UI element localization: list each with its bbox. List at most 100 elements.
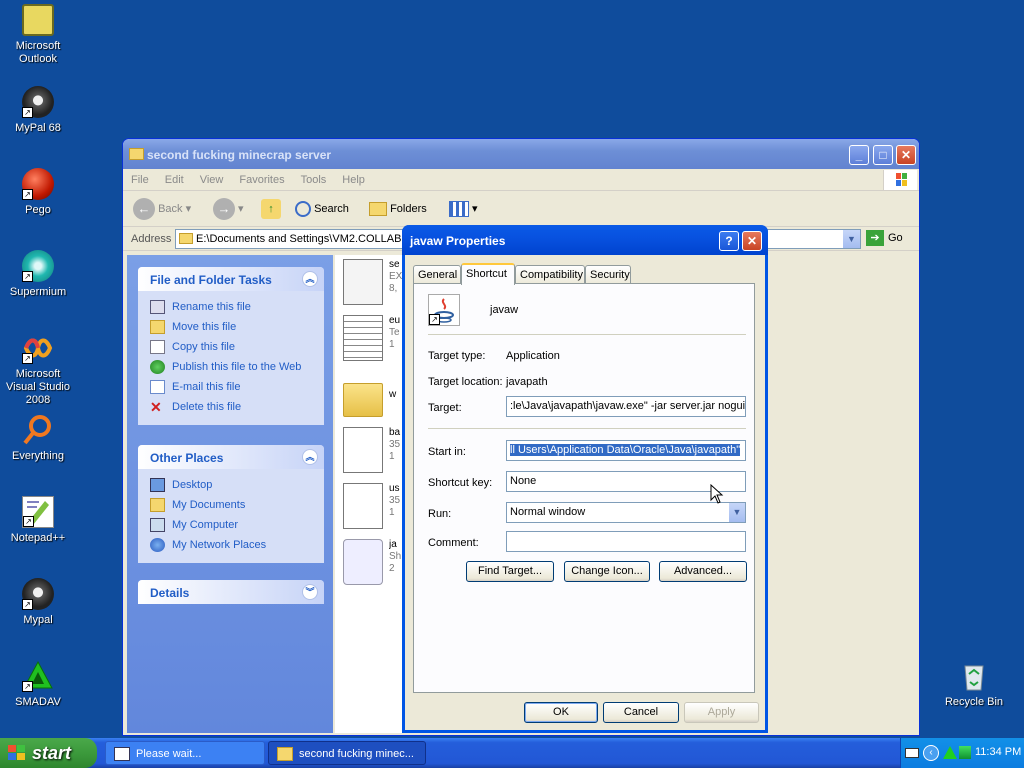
- comment-input[interactable]: [506, 531, 746, 552]
- menu-help[interactable]: Help: [334, 169, 373, 186]
- back-button[interactable]: ← Back ▾: [133, 197, 191, 221]
- list-item[interactable]: ja Sh 2: [343, 539, 403, 589]
- start-button[interactable]: start: [0, 738, 97, 768]
- tab-shortcut[interactable]: Shortcut: [461, 263, 515, 285]
- keyboard-icon[interactable]: [905, 748, 919, 758]
- place-desktop[interactable]: Desktop: [150, 475, 324, 495]
- desktop-icon-supermium[interactable]: ↗ Supermium: [0, 250, 76, 299]
- panel-header[interactable]: File and Folder Tasks ︽: [138, 267, 324, 291]
- maximize-button[interactable]: □: [873, 145, 893, 165]
- chevron-left-icon[interactable]: ‹: [923, 745, 939, 761]
- raccoon-icon: ↗: [22, 578, 54, 610]
- place-my-documents[interactable]: My Documents: [150, 495, 324, 515]
- desktop-icon-mypal68[interactable]: ↗ MyPal 68: [0, 86, 76, 135]
- ok-button[interactable]: OK: [524, 702, 598, 723]
- apply-button[interactable]: Apply: [684, 702, 759, 723]
- tab-security[interactable]: Security: [585, 265, 631, 284]
- menu-file[interactable]: File: [123, 169, 157, 186]
- list-item[interactable]: eu Te 1: [343, 315, 403, 365]
- desktop-icon-smadav[interactable]: ↗ SMADAV: [0, 660, 76, 709]
- menu-favorites[interactable]: Favorites: [231, 169, 292, 186]
- go-button[interactable]: ➔ Go: [866, 230, 903, 246]
- close-button[interactable]: ✕: [742, 231, 762, 251]
- menu-edit[interactable]: Edit: [157, 169, 192, 186]
- desktop-icon-label: MyPal 68: [15, 122, 61, 134]
- batch-file-icon: [343, 427, 383, 473]
- smadav-tray-icon[interactable]: [943, 746, 957, 759]
- desktop-icon-everything[interactable]: Everything: [0, 414, 76, 463]
- tab-compatibility[interactable]: Compatibility: [515, 265, 585, 284]
- list-item[interactable]: se EX 8,: [343, 259, 403, 309]
- change-icon-button[interactable]: Change Icon...: [564, 561, 650, 582]
- folders-icon: [369, 202, 387, 217]
- desktop-icon-recycle-bin[interactable]: Recycle Bin: [936, 660, 1012, 709]
- place-my-network[interactable]: My Network Places: [150, 535, 324, 555]
- folder-icon: [129, 148, 144, 160]
- run-select[interactable]: Normal window ▼: [506, 502, 746, 523]
- target-input[interactable]: :le\Java\javapath\javaw.exe" -jar server…: [506, 396, 746, 417]
- up-folder-button[interactable]: ↑: [261, 197, 281, 221]
- window-icon: [114, 747, 130, 761]
- desktop-icon-outlook[interactable]: Microsoft Outlook: [0, 4, 76, 66]
- recycle-bin-icon: [958, 660, 990, 692]
- desktop-icon-visual-studio[interactable]: ↗ Microsoft Visual Studio 2008: [0, 332, 76, 407]
- desktop-icon-label: Notepad++: [10, 532, 66, 544]
- advanced-button[interactable]: Advanced...: [659, 561, 747, 582]
- dialog-title: javaw Properties: [410, 234, 506, 248]
- task-email[interactable]: E-mail this file: [150, 377, 324, 397]
- explorer-titlebar[interactable]: second fucking minecrap server _ □ ✕: [123, 139, 919, 169]
- task-copy[interactable]: Copy this file: [150, 337, 324, 357]
- taskbar-item-please-wait[interactable]: Please wait...: [105, 741, 265, 765]
- minimize-button[interactable]: _: [849, 145, 869, 165]
- menu-bar: File Edit View Favorites Tools Help: [123, 169, 919, 191]
- menu-tools[interactable]: Tools: [293, 169, 335, 186]
- shortcut-arrow-icon: ↗: [22, 353, 33, 364]
- chevron-up-icon[interactable]: ︽: [302, 449, 318, 465]
- help-button[interactable]: ?: [719, 231, 739, 251]
- desktop-icon-mypal[interactable]: ↗ Mypal: [0, 578, 76, 627]
- search-button[interactable]: Search: [295, 197, 349, 221]
- chevron-up-icon[interactable]: ︽: [302, 271, 318, 287]
- dialog-titlebar[interactable]: javaw Properties ? ✕: [402, 225, 768, 255]
- address-dropdown[interactable]: ▼: [763, 229, 861, 249]
- menu-view[interactable]: View: [192, 169, 232, 186]
- find-target-button[interactable]: Find Target...: [466, 561, 554, 582]
- target-type-label: Target type:: [428, 350, 486, 362]
- place-my-computer[interactable]: My Computer: [150, 515, 324, 535]
- list-item[interactable]: us 35 1: [343, 483, 403, 533]
- task-publish[interactable]: Publish this file to the Web: [150, 357, 324, 377]
- panel-header[interactable]: Other Places ︽: [138, 445, 324, 469]
- tab-general[interactable]: General: [413, 265, 461, 284]
- forward-button[interactable]: → ▾: [213, 197, 244, 221]
- file-list: se EX 8, eu Te 1 w ba 35 1 us 35 1 ja Sh 2: [335, 255, 405, 733]
- close-button[interactable]: ✕: [896, 145, 916, 165]
- search-icon: [295, 201, 311, 218]
- network-tray-icon[interactable]: [959, 746, 971, 759]
- windows-logo-icon: [883, 170, 917, 190]
- desktop-icon-pego[interactable]: ↗ Pego: [0, 168, 76, 217]
- windows-logo-icon: [8, 745, 25, 760]
- globe-icon: [150, 360, 165, 374]
- panel-header[interactable]: Details ︾: [138, 580, 324, 604]
- desktop-icon-label: Microsoft Visual Studio 2008: [5, 368, 70, 406]
- list-item[interactable]: ba 35 1: [343, 427, 403, 477]
- chevron-down-icon[interactable]: ▼: [728, 503, 745, 522]
- folders-button[interactable]: Folders: [369, 197, 427, 221]
- desktop-icon: [150, 478, 165, 492]
- task-rename[interactable]: Rename this file: [150, 297, 324, 317]
- notepadpp-icon: ↗: [22, 496, 54, 528]
- desktop-icon-label: Supermium: [9, 286, 67, 298]
- task-move[interactable]: Move this file: [150, 317, 324, 337]
- start-in-label: Start in:: [428, 446, 466, 458]
- shortcut-key-label: Shortcut key:: [428, 477, 493, 489]
- list-item[interactable]: w: [343, 375, 403, 425]
- cancel-button[interactable]: Cancel: [603, 702, 679, 723]
- task-delete[interactable]: ✕ Delete this file: [150, 397, 324, 417]
- chevron-down-icon[interactable]: ︾: [302, 584, 318, 600]
- desktop-icon-label: Recycle Bin: [944, 696, 1004, 708]
- start-in-input[interactable]: ll Users\Application Data\Oracle\Java\ja…: [506, 440, 746, 461]
- copy-icon: [150, 340, 165, 354]
- taskbar-item-explorer[interactable]: second fucking minec...: [268, 741, 426, 765]
- views-button[interactable]: ▾: [449, 197, 478, 221]
- desktop-icon-notepadpp[interactable]: ↗ Notepad++: [0, 496, 76, 545]
